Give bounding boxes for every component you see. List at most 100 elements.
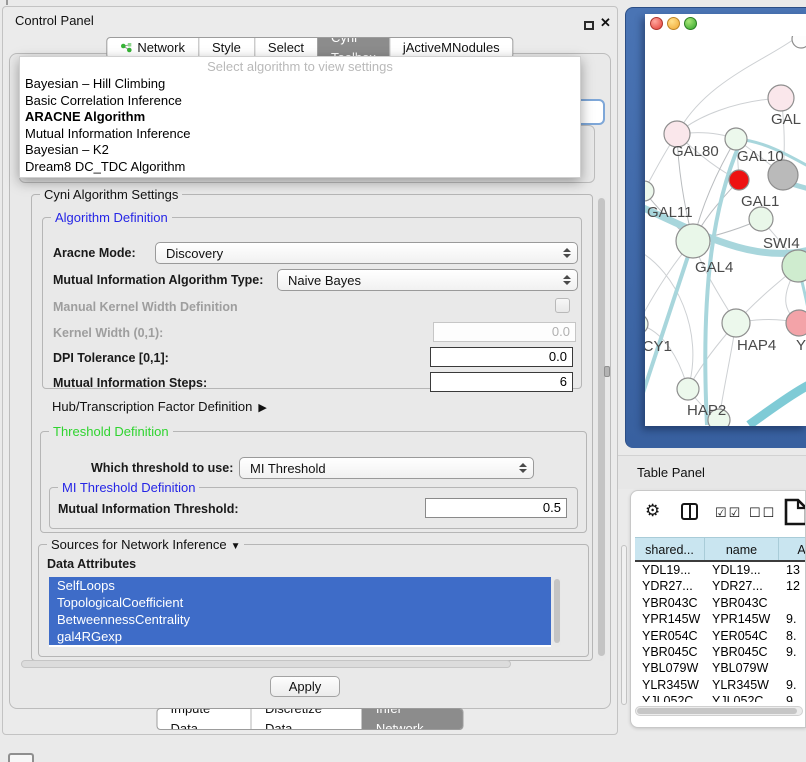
expanded-arrow-icon: ▼ bbox=[231, 541, 241, 552]
table-cell: 12 bbox=[779, 578, 806, 594]
network-node-gal11[interactable] bbox=[645, 181, 654, 201]
table-cell: YBL079W bbox=[635, 660, 705, 676]
gear-icon[interactable]: ⚙ bbox=[645, 501, 660, 521]
network-node-hap2[interactable] bbox=[677, 378, 699, 400]
table-cell: 9. bbox=[779, 677, 806, 693]
close-traffic-light-icon[interactable] bbox=[650, 17, 663, 30]
stepper-icon bbox=[563, 248, 571, 258]
data-attributes-list: SelfLoopsTopologicalCoefficientBetweenne… bbox=[49, 577, 551, 647]
group-title: Cyni Algorithm Settings bbox=[40, 187, 182, 202]
edge-artifact bbox=[6, 0, 8, 5]
network-node-y[interactable] bbox=[786, 310, 806, 336]
network-edge bbox=[749, 381, 806, 425]
table-cell: 13 bbox=[779, 562, 806, 578]
table-cell: YDL19... bbox=[635, 562, 705, 578]
tab-style[interactable]: Style bbox=[198, 38, 254, 58]
table-cell: YBR045C bbox=[635, 644, 705, 660]
close-icon[interactable]: ✕ bbox=[600, 15, 611, 31]
algorithm-option[interactable]: Mutual Information Inference bbox=[20, 126, 580, 143]
aracne-mode-label: Aracne Mode: bbox=[53, 246, 136, 260]
table-row[interactable]: YJL052CYJL052C9. bbox=[635, 693, 806, 702]
stepper-icon bbox=[519, 463, 527, 473]
network-node-gal[interactable] bbox=[768, 85, 794, 111]
table-row[interactable]: YBR043CYBR043C bbox=[635, 595, 806, 611]
table-body: YDL19...YDL19...13YDR27...YDR27...12YBR0… bbox=[635, 562, 806, 702]
minimize-traffic-light-icon[interactable] bbox=[667, 17, 680, 30]
mi-steps-label: Mutual Information Steps: bbox=[53, 376, 207, 390]
table-cell: YDR27... bbox=[635, 578, 705, 594]
apply-button[interactable]: Apply bbox=[270, 676, 340, 697]
network-node-gcy1[interactable] bbox=[645, 314, 648, 334]
deselect-all-checkboxes-icon[interactable]: ☐☐ bbox=[749, 505, 776, 521]
table-row[interactable]: YER054CYER054C8. bbox=[635, 628, 806, 644]
network-node-label: GAL80 bbox=[672, 143, 719, 160]
table-cell: 8. bbox=[779, 628, 806, 644]
table-row[interactable]: YBL079WYBL079W bbox=[635, 660, 806, 676]
float-window-icon[interactable] bbox=[584, 21, 594, 30]
mi-type-select[interactable]: Naive Bayes bbox=[277, 269, 578, 291]
minimized-panel-icon[interactable] bbox=[8, 753, 34, 762]
tab-network[interactable]: Network bbox=[107, 38, 198, 58]
table-cell: YER054C bbox=[705, 628, 779, 644]
algorithm-option[interactable]: ARACNE Algorithm bbox=[20, 109, 580, 126]
algorithm-option[interactable]: Basic Correlation Inference bbox=[20, 93, 580, 110]
cyni-algorithm-settings-group: Cyni Algorithm Settings Algorithm Defini… bbox=[31, 194, 593, 661]
network-node-gal10[interactable] bbox=[725, 128, 747, 150]
network-node-gal1[interactable] bbox=[749, 207, 773, 231]
dpi-tolerance-field[interactable]: 0.0 bbox=[430, 347, 573, 367]
mi-threshold-field[interactable]: 0.5 bbox=[425, 498, 567, 518]
tab-jactivemnodules[interactable]: jActiveMNodules bbox=[389, 38, 513, 58]
algorithm-option[interactable]: Bayesian – Hill Climbing bbox=[20, 76, 580, 93]
table-row[interactable]: YLR345WYLR345W9. bbox=[635, 677, 806, 693]
table-horizontal-scrollbar[interactable] bbox=[635, 706, 803, 716]
manual-kernel-checkbox[interactable] bbox=[555, 298, 570, 313]
table-row[interactable]: YBR045CYBR045C9. bbox=[635, 644, 806, 660]
select-all-checkboxes-icon[interactable]: ☑☑ bbox=[715, 505, 742, 521]
table-row[interactable]: YDR27...YDR27...12 bbox=[635, 578, 806, 594]
attributes-scrollbar[interactable] bbox=[553, 577, 561, 647]
network-node-gal4[interactable] bbox=[676, 224, 710, 258]
table-side-scrollbar[interactable] bbox=[621, 545, 627, 705]
which-threshold-select[interactable]: MI Threshold bbox=[239, 457, 534, 479]
tab-infer-network[interactable]: Infer Network bbox=[362, 709, 463, 729]
table-row[interactable]: YDL19...YDL19...13 bbox=[635, 562, 806, 578]
tab-discretize-data[interactable]: Discretize Data bbox=[251, 709, 362, 729]
algorithm-option[interactable]: Dream8 DC_TDC Algorithm bbox=[20, 159, 580, 176]
sources-toggle[interactable]: Sources for Network Inference▼ bbox=[47, 537, 244, 552]
table-row[interactable]: YPR145WYPR145W9. bbox=[635, 611, 806, 627]
algorithm-option[interactable]: Bayesian – K2 bbox=[20, 142, 580, 159]
settings-horizontal-scrollbar[interactable] bbox=[21, 660, 511, 668]
table-column-header[interactable]: A bbox=[779, 537, 806, 560]
aracne-mode-select[interactable]: Discovery bbox=[155, 242, 578, 264]
panel-splitter-handle[interactable] bbox=[604, 366, 610, 377]
hub-section-toggle[interactable]: Hub/Transcription Factor Definition▶ bbox=[52, 399, 267, 414]
attribute-item[interactable]: SelfLoops bbox=[49, 577, 551, 594]
which-threshold-label: Which threshold to use: bbox=[91, 461, 233, 475]
tab-select[interactable]: Select bbox=[254, 38, 317, 58]
table-cell: 9. bbox=[779, 611, 806, 627]
hub-section-label: Hub/Transcription Factor Definition bbox=[52, 399, 252, 414]
attribute-item[interactable]: BetweennessCentrality bbox=[49, 611, 551, 628]
table-column-header[interactable]: name bbox=[705, 537, 779, 560]
table-cell: YDR27... bbox=[705, 578, 779, 594]
group-title: MI Threshold Definition bbox=[58, 480, 199, 495]
tab-cyni-toolbox[interactable]: Cyni Toolbox bbox=[317, 38, 389, 58]
manual-kernel-label: Manual Kernel Width Definition bbox=[53, 300, 238, 314]
mi-steps-field[interactable]: 6 bbox=[430, 372, 573, 392]
zoom-traffic-light-icon[interactable] bbox=[684, 17, 697, 30]
network-node[interactable] bbox=[729, 170, 749, 190]
kernel-width-field[interactable]: 0.0 bbox=[433, 322, 576, 342]
tab-impute-data[interactable]: Impute Data bbox=[158, 709, 251, 729]
window-controls bbox=[650, 17, 697, 30]
export-table-icon[interactable] bbox=[783, 497, 806, 527]
control-panel-title: Control Panel bbox=[15, 13, 94, 28]
attribute-item[interactable]: TopologicalCoefficient bbox=[49, 594, 551, 611]
table-column-header[interactable]: shared... bbox=[635, 537, 705, 560]
network-node[interactable] bbox=[792, 36, 806, 48]
settings-scrollbar[interactable] bbox=[597, 196, 606, 661]
network-node-hap4[interactable] bbox=[722, 309, 750, 337]
attribute-item[interactable]: gal4RGexp bbox=[49, 628, 551, 645]
table-cell: YER054C bbox=[635, 628, 705, 644]
network-canvas[interactable]: GALGAL80GAL10GAL1GAL11GAL4SWI4GCY1HAP4YH… bbox=[645, 36, 806, 426]
columns-icon[interactable] bbox=[681, 503, 698, 520]
